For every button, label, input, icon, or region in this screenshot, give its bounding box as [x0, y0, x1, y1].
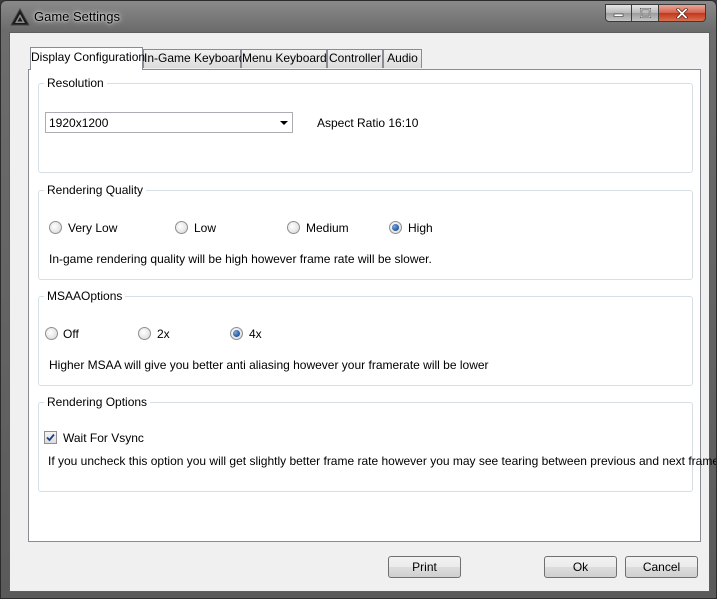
- tab-controller[interactable]: Controller: [327, 49, 383, 68]
- cancel-button[interactable]: Cancel: [625, 556, 698, 578]
- title-bar[interactable]: Game Settings: [1, 1, 716, 33]
- rendering-options-description: If you uncheck this option you will get …: [48, 454, 717, 468]
- msaa-description: Higher MSAA will give you better anti al…: [49, 358, 489, 372]
- resolution-value: 1920x1200: [49, 116, 109, 130]
- resolution-legend: Resolution: [47, 76, 104, 90]
- msaa-options-group: MSAAOptions Off 2x 4x Higher MSAA will g…: [38, 289, 693, 386]
- vsync-label: Wait For Vsync: [63, 431, 144, 445]
- maximize-button[interactable]: [632, 4, 659, 22]
- radio-msaa-4x[interactable]: [230, 327, 243, 340]
- resolution-dropdown[interactable]: 1920x1200: [45, 112, 293, 133]
- radio-msaa-off[interactable]: [45, 327, 58, 340]
- msaa-label-2x: 2x: [157, 327, 170, 341]
- resolution-group: Resolution 1920x1200 Aspect Ratio 16:10: [38, 76, 693, 173]
- minimize-button[interactable]: [605, 4, 632, 22]
- rendering-quality-group: Rendering Quality Very Low Low Medium Hi…: [38, 183, 693, 280]
- tab-audio[interactable]: Audio: [383, 49, 422, 68]
- close-icon: [676, 7, 688, 19]
- rendering-options-legend: Rendering Options: [47, 395, 148, 409]
- radio-selected-dot: [233, 330, 240, 337]
- radio-medium[interactable]: [287, 221, 300, 234]
- minimize-icon: [613, 13, 624, 17]
- tab-menu-keyboard[interactable]: Menu Keyboard: [241, 49, 327, 68]
- maximize-icon: [639, 8, 651, 18]
- check-icon: [46, 433, 55, 442]
- rendering-options-group: Rendering Options Wait For Vsync If you …: [38, 395, 716, 492]
- quality-label-medium: Medium: [306, 221, 349, 235]
- radio-high[interactable]: [389, 221, 402, 234]
- quality-label-low: Low: [194, 221, 217, 235]
- chevron-down-icon: [280, 121, 288, 125]
- rendering-quality-legend: Rendering Quality: [47, 183, 144, 197]
- radio-low[interactable]: [175, 221, 188, 234]
- msaa-label-off: Off: [63, 327, 79, 341]
- tab-in-game-keyboard[interactable]: In-Game Keyboard: [143, 49, 245, 68]
- print-button[interactable]: Print: [388, 556, 461, 578]
- quality-label-high: High: [408, 221, 433, 235]
- tab-display-configuration[interactable]: Display Configuration: [30, 47, 145, 70]
- close-button[interactable]: [659, 4, 706, 22]
- quality-label-very-low: Very Low: [68, 221, 118, 235]
- app-icon: [10, 8, 30, 26]
- window-title: Game Settings: [34, 9, 120, 24]
- display-configuration-panel: Resolution 1920x1200 Aspect Ratio 16:10 …: [28, 69, 716, 542]
- ok-button[interactable]: Ok: [544, 556, 617, 578]
- radio-very-low[interactable]: [49, 221, 62, 234]
- rendering-quality-description: In-game rendering quality will be high h…: [49, 252, 432, 266]
- vsync-checkbox[interactable]: [44, 431, 57, 444]
- aspect-ratio-label: Aspect Ratio 16:10: [317, 116, 419, 130]
- msaa-label-4x: 4x: [249, 327, 262, 341]
- game-settings-window: Game Settings Display Configuration In-G…: [0, 0, 717, 599]
- msaa-options-legend: MSAAOptions: [47, 289, 123, 303]
- radio-msaa-2x[interactable]: [138, 327, 151, 340]
- radio-selected-dot: [392, 224, 399, 231]
- dialog-body: Display Configuration In-Game Keyboard M…: [9, 32, 716, 592]
